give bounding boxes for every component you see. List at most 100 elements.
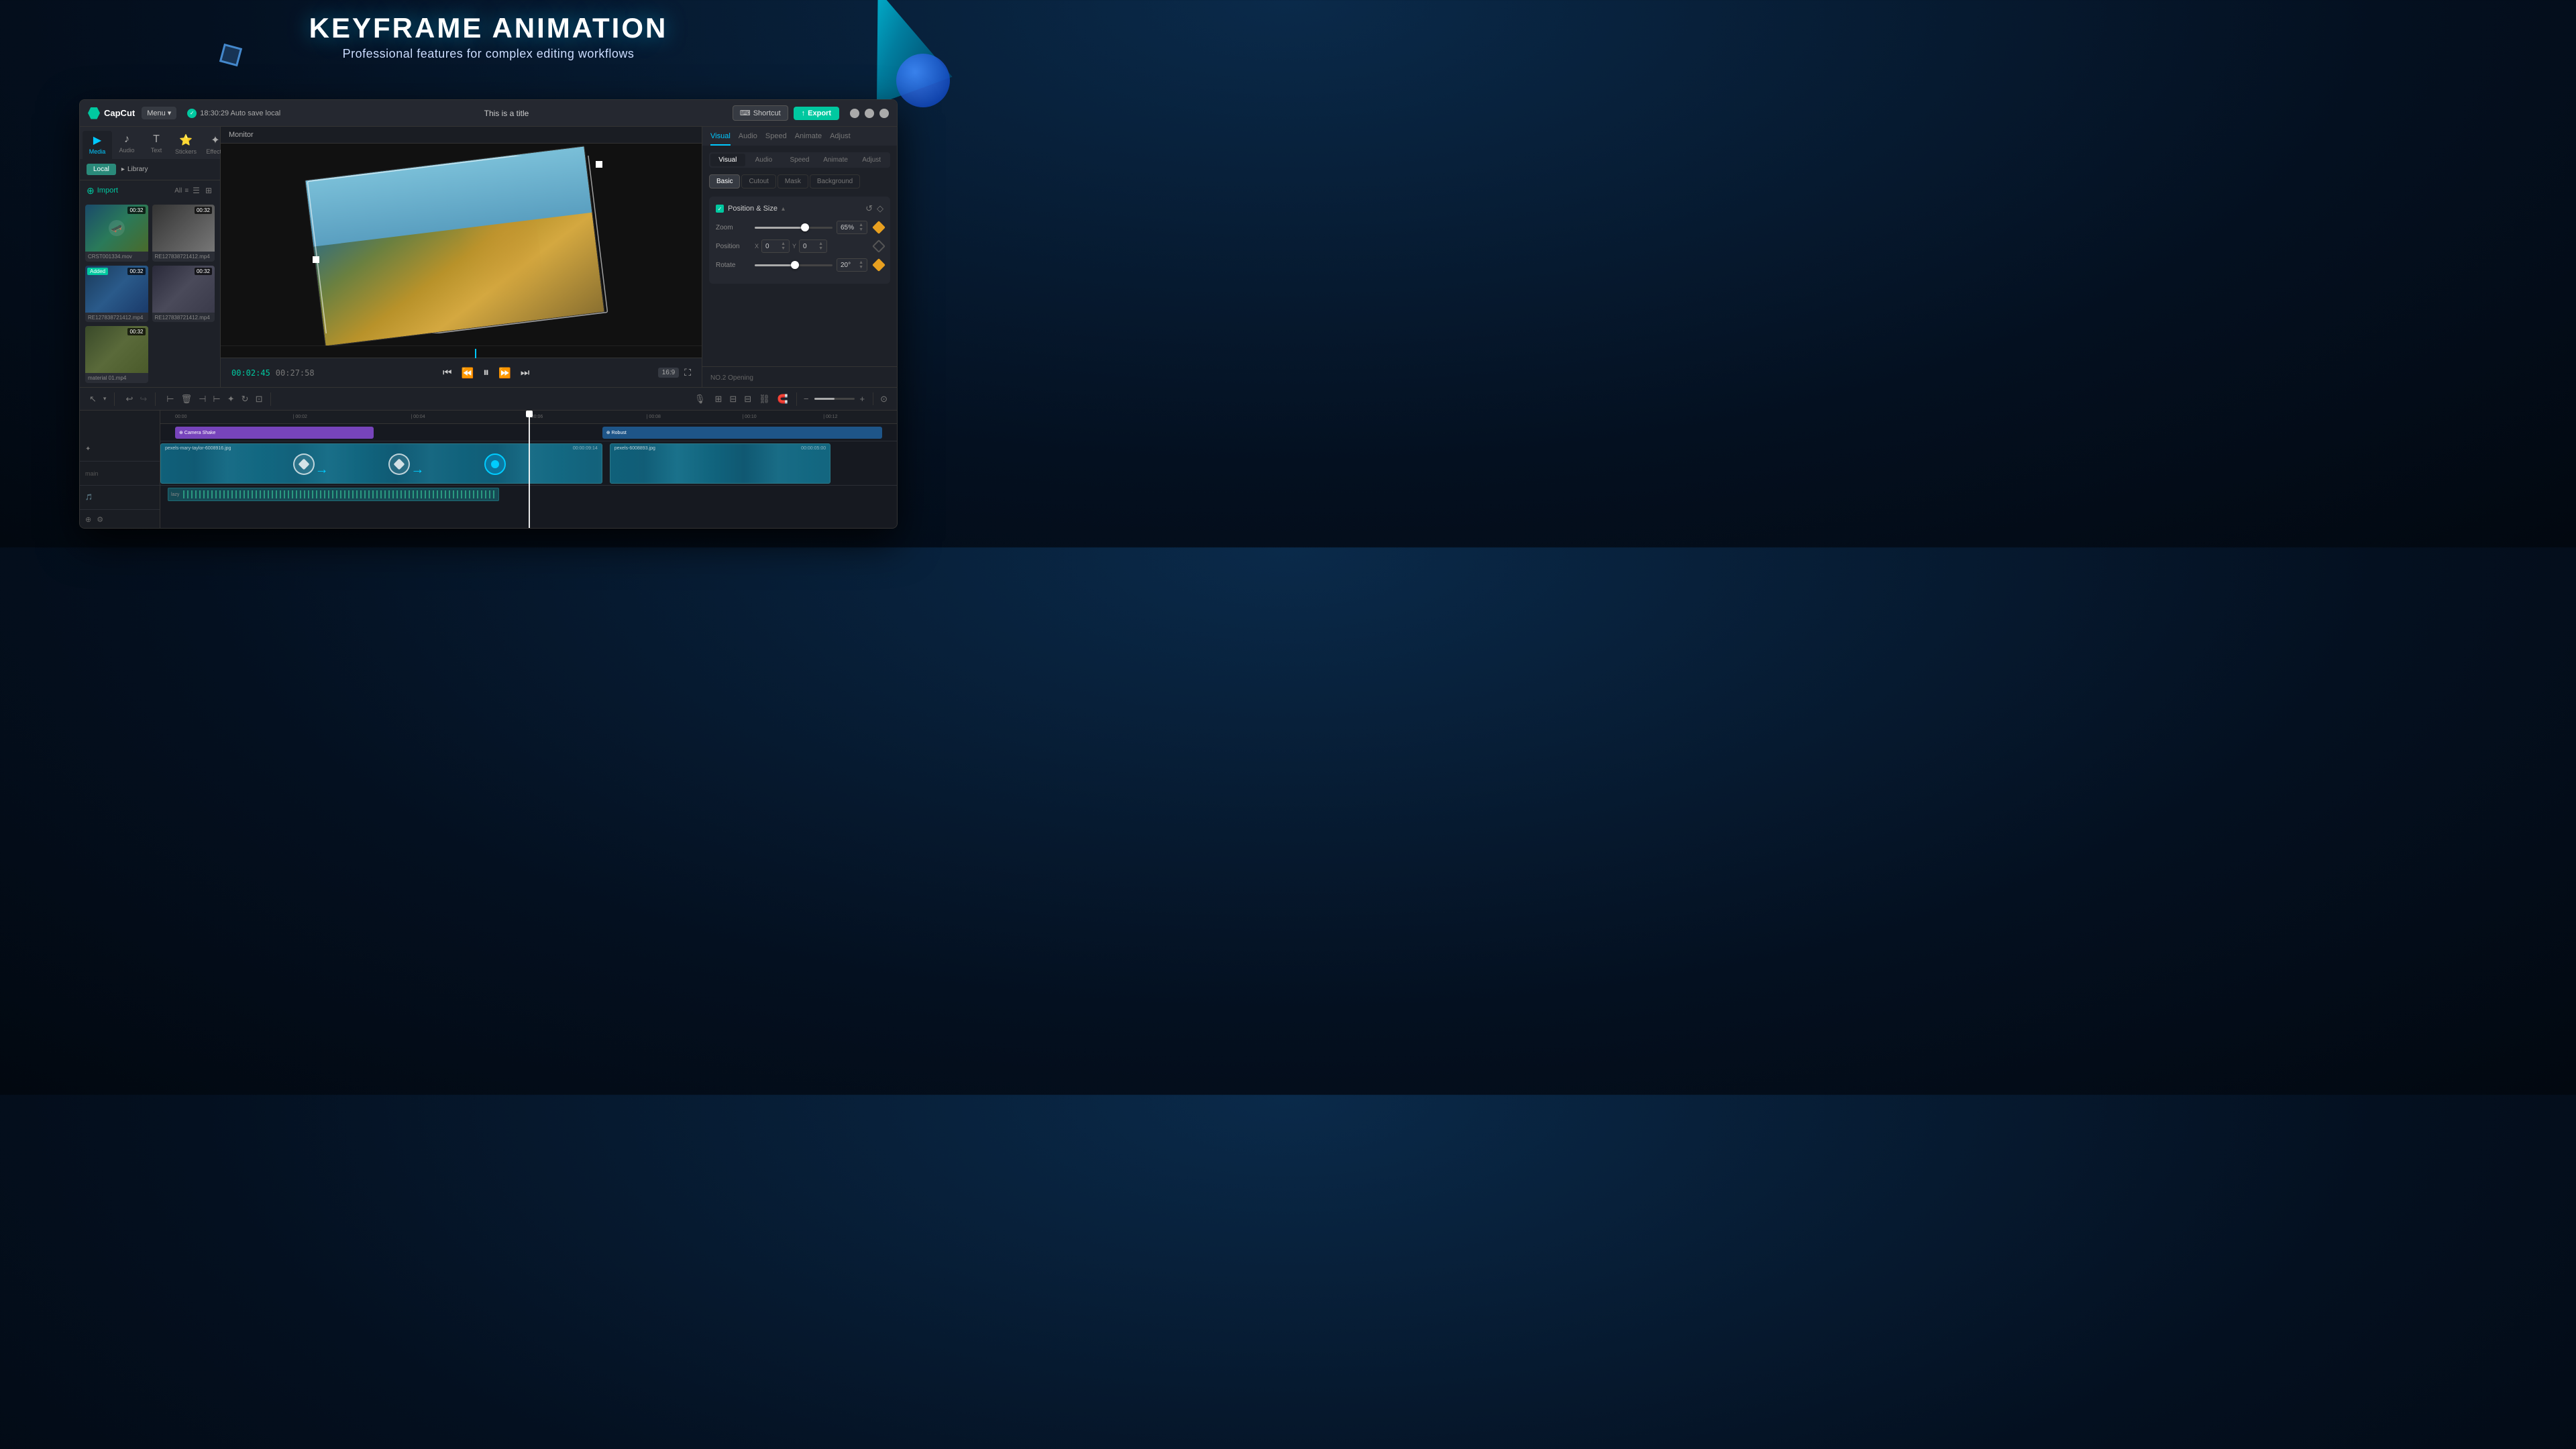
stab-tool[interactable]: ✦ — [225, 392, 237, 406]
monitor-header: Monitor — [221, 127, 702, 144]
zoom-plus[interactable]: + — [857, 392, 868, 405]
pause-button[interactable]: ⏸ — [483, 366, 489, 380]
minimize-button[interactable]: — — [850, 109, 859, 118]
tab-text[interactable]: T Text — [142, 131, 171, 159]
right-top-tab-audio[interactable]: Audio — [739, 132, 757, 146]
skip-start-button[interactable]: ⏮ — [443, 367, 452, 378]
export-icon: ↑ — [802, 109, 806, 117]
library-toggle[interactable]: ▸ Library — [116, 163, 154, 176]
tab-media[interactable]: ▶ Media — [83, 131, 112, 159]
zoom-out-button[interactable]: ⊟ — [727, 392, 739, 406]
clip-duration-2: 00:00:05:00 — [801, 446, 826, 451]
chevron-down-icon: ▾ — [168, 109, 172, 117]
stickers-icon: ⭐ — [179, 133, 193, 147]
main-video-clip-1[interactable]: pexels-mary-taylor-6008916.jpg 00:00:09:… — [160, 443, 602, 484]
zoom-track[interactable] — [814, 398, 855, 400]
settings-button[interactable]: ⊙ — [877, 392, 890, 406]
right-panel: Visual Audio Speed Animate Adjust Visual… — [702, 127, 897, 387]
text-icon: T — [153, 133, 160, 146]
crop-tool[interactable]: ⊡ — [253, 392, 266, 406]
step-forward-button[interactable]: ⏩ — [498, 367, 511, 379]
subtab-basic[interactable]: Basic — [709, 174, 740, 189]
zoom-minus[interactable]: − — [801, 392, 812, 405]
pos-y-stepper[interactable]: ▲ ▼ — [818, 241, 823, 251]
audio-clip[interactable]: lazy — [168, 488, 499, 501]
monitor-canvas[interactable] — [221, 144, 702, 345]
tab-animate[interactable]: Animate — [818, 154, 853, 166]
shortcut-button[interactable]: ⌨ Shortcut — [733, 105, 788, 121]
rotate-stepper[interactable]: ▲ ▼ — [859, 260, 863, 270]
media-item[interactable]: 🛹 00:32 CRST001334.mov — [85, 205, 148, 262]
reset-button[interactable]: ↺ — [865, 203, 873, 214]
subtab-mask[interactable]: Mask — [777, 174, 808, 189]
mic-button[interactable]: 🎙 — [692, 392, 708, 406]
keyboard-icon: ⌨ — [740, 109, 751, 117]
audio-icon: ♪ — [124, 133, 129, 146]
tab-visual[interactable]: Visual — [710, 154, 745, 166]
skip-end-button[interactable]: ⏭ — [521, 367, 530, 378]
subtab-cutout[interactable]: Cutout — [741, 174, 775, 189]
fullscreen-button[interactable]: ⛶ — [684, 367, 691, 378]
close-button[interactable]: ✕ — [879, 109, 889, 118]
position-keyframe-button[interactable] — [872, 239, 885, 253]
media-item[interactable]: 00:32 Added RE127838721412.mp4 — [85, 266, 148, 323]
rotate-keyframe-button[interactable] — [872, 258, 885, 272]
magnet-button[interactable]: 🧲 — [775, 392, 791, 406]
capcut-logo-icon — [88, 107, 100, 119]
subtab-background[interactable]: Background — [810, 174, 860, 189]
grid-view-button[interactable]: ⊞ — [204, 184, 213, 197]
right-top-tab-speed[interactable]: Speed — [765, 132, 787, 146]
fit-button[interactable]: ⊟ — [741, 392, 754, 406]
main-video-clip-2[interactable]: pexels-6008893.jpg 00:00:05:00 — [610, 443, 830, 484]
media-item[interactable]: 00:32 RE127838721412.mp4 — [152, 205, 215, 262]
import-button[interactable]: ⊕ Import — [87, 185, 118, 197]
tab-adjust[interactable]: Adjust — [854, 154, 889, 166]
loop-tool[interactable]: ↻ — [239, 392, 252, 406]
tab-stickers[interactable]: ⭐ Stickers — [171, 131, 201, 159]
menu-button[interactable]: Menu ▾ — [142, 107, 176, 119]
list-view-button[interactable]: ☰ — [191, 184, 201, 197]
add-track-icon[interactable]: ⊕ — [85, 515, 91, 524]
delete-button[interactable]: 🗑 — [178, 392, 195, 406]
tool3[interactable]: ⊣ — [196, 392, 209, 406]
zoom-in-button[interactable]: ⊞ — [712, 392, 724, 406]
rotate-slider[interactable] — [755, 260, 833, 270]
split-button[interactable]: ⊢ — [164, 392, 176, 406]
redo-button[interactable]: ↪ — [137, 392, 150, 406]
track-settings-icon[interactable]: ⚙ — [97, 515, 103, 524]
tab-audio[interactable]: Audio — [747, 154, 782, 166]
section-checkbox[interactable]: ✓ — [716, 205, 724, 213]
right-panel-inner: Visual Audio Speed Animate Adjust Basic … — [702, 146, 897, 366]
diamond-icon-btn[interactable]: ◇ — [877, 203, 883, 214]
right-top-tab-visual[interactable]: Visual — [710, 132, 731, 146]
transform-handle-tr[interactable] — [596, 161, 602, 168]
right-top-tab-adjust[interactable]: Adjust — [830, 132, 851, 146]
media-item[interactable]: 00:32 material 01.mp4 — [85, 326, 148, 383]
total-time: 00:27:58 — [276, 368, 315, 378]
camera-shake-clip[interactable]: ⊕ Camera Shake — [175, 427, 374, 439]
robust-clip[interactable]: ⊕ Robust — [602, 427, 882, 439]
tool4[interactable]: ⊢ — [210, 392, 223, 406]
maximize-button[interactable]: □ — [865, 109, 874, 118]
media-item[interactable]: 00:32 RE127838721412.mp4 — [152, 266, 215, 323]
local-button[interactable]: Local — [87, 164, 116, 175]
export-button[interactable]: ↑ Export — [794, 107, 839, 120]
pos-x-stepper[interactable]: ▲ ▼ — [781, 241, 786, 251]
tab-speed[interactable]: Speed — [782, 154, 817, 166]
zoom-keyframe-button[interactable] — [872, 221, 885, 234]
hero-subtitle: Professional features for complex editin… — [0, 47, 977, 61]
zoom-control: − + — [801, 392, 873, 405]
select-tool[interactable]: ↖ — [87, 392, 99, 406]
step-back-button[interactable]: ⏪ — [461, 367, 474, 379]
right-top-tab-animate[interactable]: Animate — [795, 132, 822, 146]
tab-audio[interactable]: ♪ Audio — [112, 131, 142, 159]
zoom-stepper[interactable]: ▲ ▼ — [859, 223, 863, 232]
undo-button[interactable]: ↩ — [123, 392, 136, 406]
link-button[interactable]: ⛓ — [756, 392, 773, 406]
position-xy: X 0 ▲ ▼ Y 0 — [755, 239, 867, 253]
transform-handle-ml[interactable] — [313, 256, 319, 263]
import-bar: ⊕ Import All ≡ ☰ ⊞ — [80, 180, 220, 201]
zoom-slider[interactable] — [755, 222, 833, 233]
select-dropdown[interactable]: ▾ — [101, 392, 109, 406]
position-label: Position — [716, 243, 751, 250]
